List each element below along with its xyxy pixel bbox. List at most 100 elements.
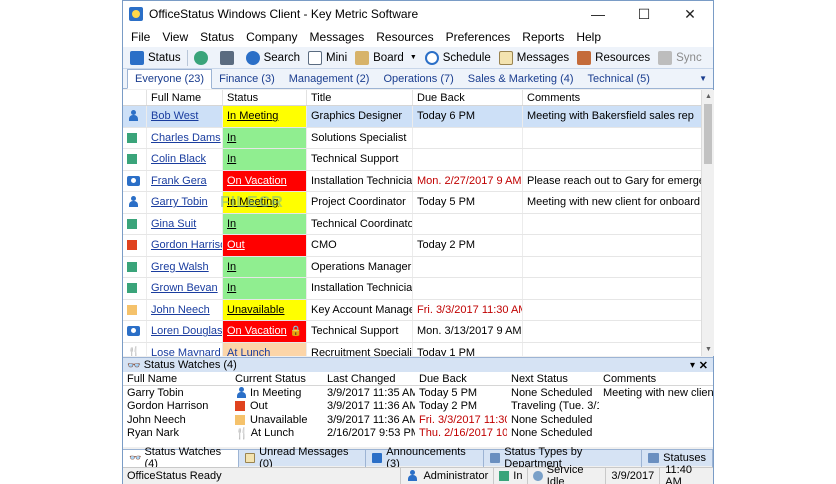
schedule-button[interactable]: Schedule	[421, 48, 495, 68]
status-link[interactable]: In	[227, 153, 236, 165]
employee-name-link[interactable]: Colin Black	[151, 153, 206, 165]
status-link[interactable]: In	[227, 132, 236, 144]
table-row[interactable]: Colin Black In Technical Support	[123, 149, 701, 171]
row-name[interactable]: Colin Black	[147, 149, 223, 170]
menu-help[interactable]: Help	[570, 30, 607, 44]
row-name[interactable]: Greg Walsh	[147, 256, 223, 277]
tab-announcements[interactable]: Announcements (3)	[366, 446, 484, 470]
employee-name-link[interactable]: Charles Dams	[151, 132, 221, 144]
list-item[interactable]: Ryan Nark 🍴 At Lunch 2/16/2017 9:53 PM Thu. …	[123, 427, 713, 441]
status-link[interactable]: On Vacation	[227, 325, 287, 337]
row-name[interactable]: Grown Bevan	[147, 278, 223, 299]
watch-header-changed[interactable]: Last Changed	[323, 372, 415, 385]
grid-header-title[interactable]: Title	[307, 90, 413, 105]
watch-header-comments[interactable]: Comments	[599, 372, 713, 385]
watch-header-next[interactable]: Next Status	[507, 372, 599, 385]
list-item[interactable]: John Neech Unavailable 3/9/2017 11:36 AM Fr…	[123, 413, 713, 427]
row-status[interactable]: On Vacation 🔒	[223, 321, 307, 342]
tab-operations[interactable]: Operations (7)	[376, 70, 460, 88]
row-status[interactable]: On Vacation	[223, 170, 307, 191]
pin-icon[interactable]: ▾	[690, 360, 695, 371]
row-status[interactable]: In	[223, 213, 307, 234]
table-row[interactable]: Loren Douglas On Vacation 🔒 Technical Suppo…	[123, 321, 701, 343]
search-button[interactable]: Search	[242, 48, 304, 68]
table-row[interactable]: Grown Bevan In Installation Technician	[123, 278, 701, 300]
print-button[interactable]	[216, 48, 242, 68]
grid-header-status[interactable]: Status	[223, 90, 307, 105]
status-button[interactable]: Status	[126, 48, 185, 68]
menu-view[interactable]: View	[156, 30, 194, 44]
tab-everyone[interactable]: Everyone (23)	[127, 69, 213, 89]
table-row[interactable]: 🍴 Lose Maynard At Lunch Recruitment Special…	[123, 342, 701, 356]
row-status[interactable]: In	[223, 149, 307, 170]
tab-finance[interactable]: Finance (3)	[212, 70, 282, 88]
row-status[interactable]: In Meeting	[223, 106, 307, 127]
row-name[interactable]: Lose Maynard	[147, 342, 223, 356]
row-name[interactable]: Garry Tobin	[147, 192, 223, 213]
employee-name-link[interactable]: Gordon Harrison	[151, 239, 222, 251]
row-status[interactable]: In	[223, 256, 307, 277]
resources-button[interactable]: Resources	[573, 48, 654, 68]
employee-name-link[interactable]: Loren Douglas	[151, 325, 222, 337]
employee-name-link[interactable]: Frank Gera	[151, 175, 207, 187]
sync-button[interactable]: Sync	[654, 48, 706, 68]
status-link[interactable]: Out	[227, 239, 245, 251]
menu-preferences[interactable]: Preferences	[440, 30, 517, 44]
employee-name-link[interactable]: Garry Tobin	[151, 196, 208, 208]
row-name[interactable]: Frank Gera	[147, 170, 223, 191]
maximize-button[interactable]: ☐	[621, 1, 667, 27]
status-link[interactable]: In	[227, 218, 236, 230]
list-item[interactable]: Gordon Harrison Out 3/9/2017 11:36 AM Today…	[123, 400, 713, 414]
menu-company[interactable]: Company	[240, 30, 303, 44]
table-row[interactable]: Gordon Harrison Out CMOToday 2 PM	[123, 235, 701, 257]
employee-name-link[interactable]: Bob West	[151, 110, 199, 122]
employee-name-link[interactable]: Lose Maynard	[151, 347, 221, 356]
tab-unread-messages[interactable]: Unread Messages (0)	[239, 446, 366, 470]
chevron-down-icon[interactable]: ▼	[410, 54, 417, 61]
table-row[interactable]: Charles Dams In Solutions Specialist	[123, 127, 701, 149]
tab-sales-marketing[interactable]: Sales & Marketing (4)	[461, 70, 581, 88]
menu-messages[interactable]: Messages	[304, 30, 371, 44]
watch-header-due[interactable]: Due Back	[415, 372, 507, 385]
close-panel-icon[interactable]: ✕	[699, 359, 708, 372]
menu-file[interactable]: File	[125, 30, 156, 44]
status-link[interactable]: Unavailable	[227, 304, 284, 316]
status-link[interactable]: On Vacation	[227, 175, 287, 187]
row-status[interactable]: At Lunch	[223, 342, 307, 356]
row-name[interactable]: Bob West	[147, 106, 223, 127]
watch-header-current[interactable]: Current Status	[231, 372, 323, 385]
status-link[interactable]: In	[227, 282, 236, 294]
minimize-button[interactable]: —	[575, 1, 621, 27]
employee-name-link[interactable]: Gina Suit	[151, 218, 196, 230]
board-button[interactable]: Board ▼	[351, 48, 421, 68]
row-status[interactable]: Out	[223, 235, 307, 256]
menu-resources[interactable]: Resources	[370, 30, 439, 44]
status-link[interactable]: In	[227, 261, 236, 273]
table-row[interactable]: Gina Suit In Technical Coordinator	[123, 213, 701, 235]
refresh-button[interactable]	[190, 48, 216, 68]
grid-header-comments[interactable]: Comments	[523, 90, 701, 105]
menu-status[interactable]: Status	[194, 30, 240, 44]
table-row[interactable]: John Neech Unavailable Key Account Manager…	[123, 299, 701, 321]
status-link[interactable]: At Lunch	[227, 347, 270, 356]
row-status[interactable]: In	[223, 127, 307, 148]
row-status[interactable]: Unavailable	[223, 299, 307, 320]
employee-name-link[interactable]: Grown Bevan	[151, 282, 218, 294]
mini-button[interactable]: Mini	[304, 48, 351, 68]
status-link[interactable]: In Meeting	[227, 110, 278, 122]
table-row[interactable]: Bob West In Meeting Graphics Designer Today…	[123, 106, 701, 128]
scroll-up-icon[interactable]: ▲	[702, 90, 715, 103]
table-row[interactable]: Frank Gera On Vacation Installation Techni…	[123, 170, 701, 192]
grid-scrollbar[interactable]: ▲ ▼	[701, 90, 714, 356]
tab-technical[interactable]: Technical (5)	[581, 70, 657, 88]
row-name[interactable]: Loren Douglas	[147, 321, 223, 342]
messages-button[interactable]: Messages	[495, 48, 573, 68]
grid-header-name[interactable]: Full Name	[147, 90, 223, 105]
tab-management[interactable]: Management (2)	[282, 70, 377, 88]
menu-reports[interactable]: Reports	[516, 30, 570, 44]
tab-status-watches[interactable]: 👓 Status Watches (4)	[123, 446, 239, 470]
close-button[interactable]: ✕	[667, 1, 713, 27]
table-row[interactable]: Garry Tobin In Meeting Project Coordinator…	[123, 192, 701, 214]
scroll-down-icon[interactable]: ▼	[702, 343, 715, 356]
row-name[interactable]: John Neech	[147, 299, 223, 320]
